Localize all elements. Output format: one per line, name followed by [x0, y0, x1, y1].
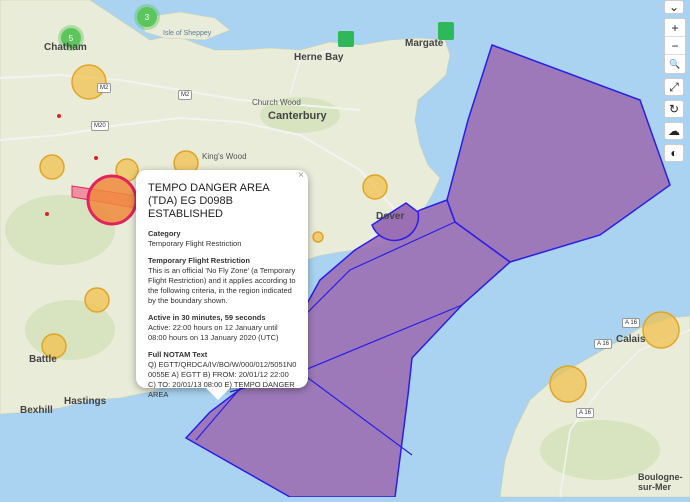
- road-shield: M20: [91, 121, 109, 131]
- landmark-icon[interactable]: [338, 31, 354, 47]
- category-value: Temporary Flight Restriction: [148, 239, 242, 248]
- tfr-text: This is an official 'No Fly Zone' (a Tem…: [148, 266, 296, 305]
- refresh-icon[interactable]: ↻: [664, 100, 684, 118]
- point-marker: [45, 212, 49, 216]
- active-text: Active: 22:00 hours on 12 January until …: [148, 323, 279, 342]
- place-label-kings-wood: King's Wood: [202, 152, 247, 161]
- cluster-marker[interactable]: 3: [137, 7, 157, 27]
- zoom-out-button[interactable]: −: [665, 37, 685, 55]
- zoom-in-button[interactable]: +: [665, 19, 685, 37]
- fullscreen-icon[interactable]: ⤢: [664, 78, 684, 96]
- road-shield: A 16: [622, 318, 641, 328]
- point-marker: [57, 114, 61, 118]
- tfr-heading: Temporary Flight Restriction: [148, 256, 250, 265]
- place-label-battle: Battle: [29, 354, 57, 365]
- category-heading: Category: [148, 229, 181, 238]
- place-label-chatham: Chatham: [44, 42, 87, 53]
- notam-heading: Full NOTAM Text: [148, 350, 208, 359]
- airfield-circle[interactable]: [362, 174, 388, 200]
- place-label-boulogne: Boulogne- sur-Mer: [638, 472, 683, 492]
- zoom-control: + − 🔍: [664, 18, 686, 74]
- road-shield: A 16: [576, 408, 595, 418]
- search-icon[interactable]: 🔍: [665, 55, 685, 73]
- notam-popup: × TEMPO DANGER AREA (TDA) EG D098B ESTAB…: [136, 170, 308, 400]
- airfield-circle[interactable]: [71, 64, 107, 100]
- airfield-circle[interactable]: [642, 311, 680, 349]
- contrast-icon[interactable]: ◐: [664, 144, 684, 162]
- chevron-down-icon[interactable]: ⌄: [664, 0, 684, 14]
- road-shield: M2: [178, 90, 193, 100]
- place-label-dover: Dover: [376, 211, 405, 222]
- popup-tip: [206, 388, 230, 400]
- airfield-circle[interactable]: [549, 365, 587, 403]
- airfield-circle[interactable]: [84, 287, 110, 313]
- airfield-circle[interactable]: [39, 154, 65, 180]
- place-label-bexhill: Bexhill: [20, 405, 53, 416]
- map-controls: ⌄ + − 🔍 ⤢ ↻ ☁ ◐: [664, 0, 686, 162]
- map-canvas[interactable]: 5 3 Chatham Isle of Sheppey Herne Bay Ma…: [0, 0, 690, 498]
- active-heading: Active in 30 minutes, 59 seconds: [148, 313, 266, 322]
- place-label-calais: Calais: [616, 334, 646, 345]
- danger-area-marker[interactable]: [86, 174, 138, 226]
- place-label-margate: Margate: [405, 38, 444, 49]
- place-label-church-wood: Church Wood: [252, 98, 301, 107]
- place-label-hastings: Hastings: [64, 396, 107, 407]
- road-shield: A 16: [594, 339, 613, 349]
- close-icon[interactable]: ×: [298, 171, 304, 181]
- woodland-patch: [540, 420, 660, 480]
- map-svg[interactable]: [0, 0, 690, 498]
- weather-icon[interactable]: ☁: [664, 122, 684, 140]
- road-shield: M2: [97, 83, 112, 93]
- place-label-sheppey: Isle of Sheppey: [163, 30, 212, 37]
- place-label-herne-bay: Herne Bay: [294, 52, 344, 63]
- airfield-circle[interactable]: [312, 231, 324, 243]
- popup-title: TEMPO DANGER AREA (TDA) EG D098B ESTABLI…: [148, 182, 270, 220]
- point-marker: [94, 156, 98, 160]
- place-label-canterbury: Canterbury: [268, 110, 327, 122]
